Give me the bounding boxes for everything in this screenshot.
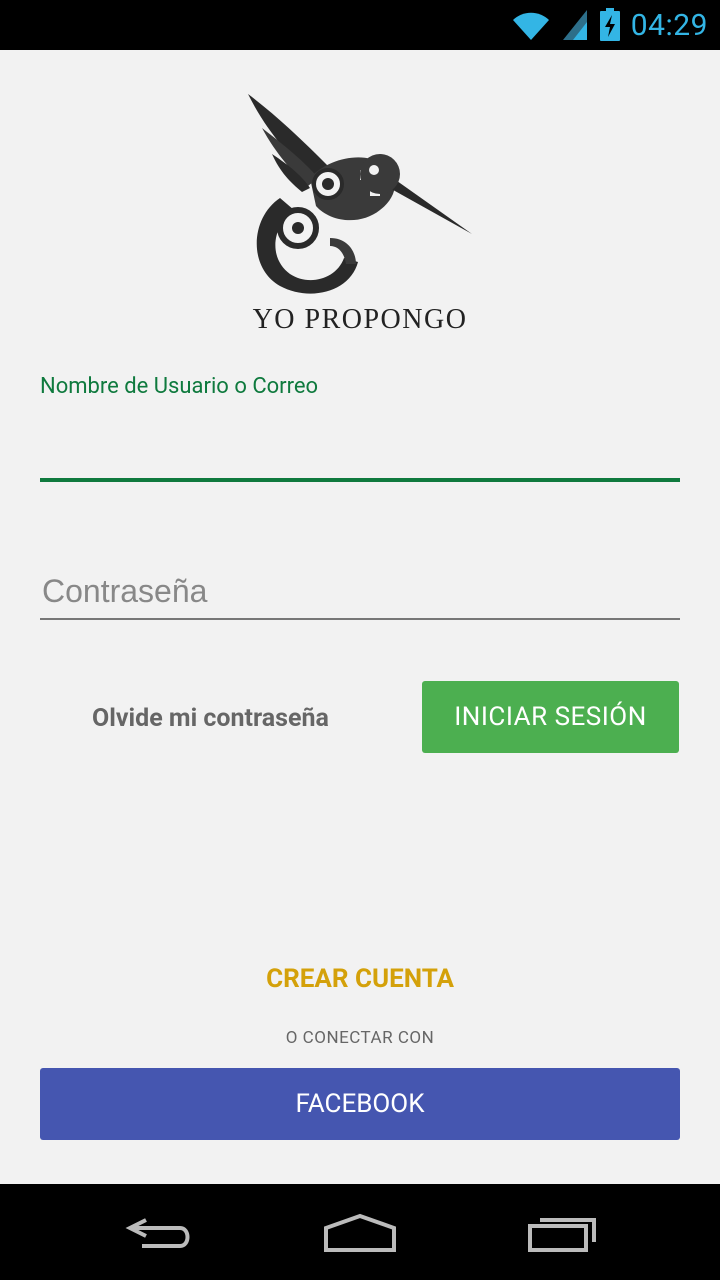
login-button[interactable]: INICIAR SESIÓN: [422, 681, 679, 753]
connect-with-label: O CONECTAR CON: [285, 1028, 435, 1048]
battery-charging-icon: [599, 8, 620, 41]
brand-name: YO PROPONGO: [252, 304, 468, 335]
recent-apps-icon[interactable]: [526, 1212, 598, 1252]
back-icon[interactable]: [124, 1212, 196, 1252]
signal-icon: [562, 10, 587, 40]
forgot-password-link[interactable]: Olvide mi contraseña: [92, 704, 329, 733]
wifi-icon: [512, 12, 549, 41]
status-icons: 04:29: [511, 0, 708, 50]
hummingbird-logo-icon: [248, 94, 472, 294]
status-time: 04:29: [630, 7, 708, 43]
username-field[interactable]: [40, 410, 684, 480]
password-field[interactable]: [40, 564, 684, 618]
password-underline: [40, 618, 680, 620]
username-label: Nombre de Usuario o Correo: [40, 374, 319, 399]
home-icon[interactable]: [322, 1212, 398, 1252]
create-account-link[interactable]: CREAR CUENTA: [0, 964, 720, 994]
navigation-bar: [0, 1184, 720, 1280]
status-bar: 04:29: [0, 0, 720, 50]
facebook-button[interactable]: FACEBOOK: [40, 1068, 680, 1140]
username-underline: [40, 478, 680, 482]
